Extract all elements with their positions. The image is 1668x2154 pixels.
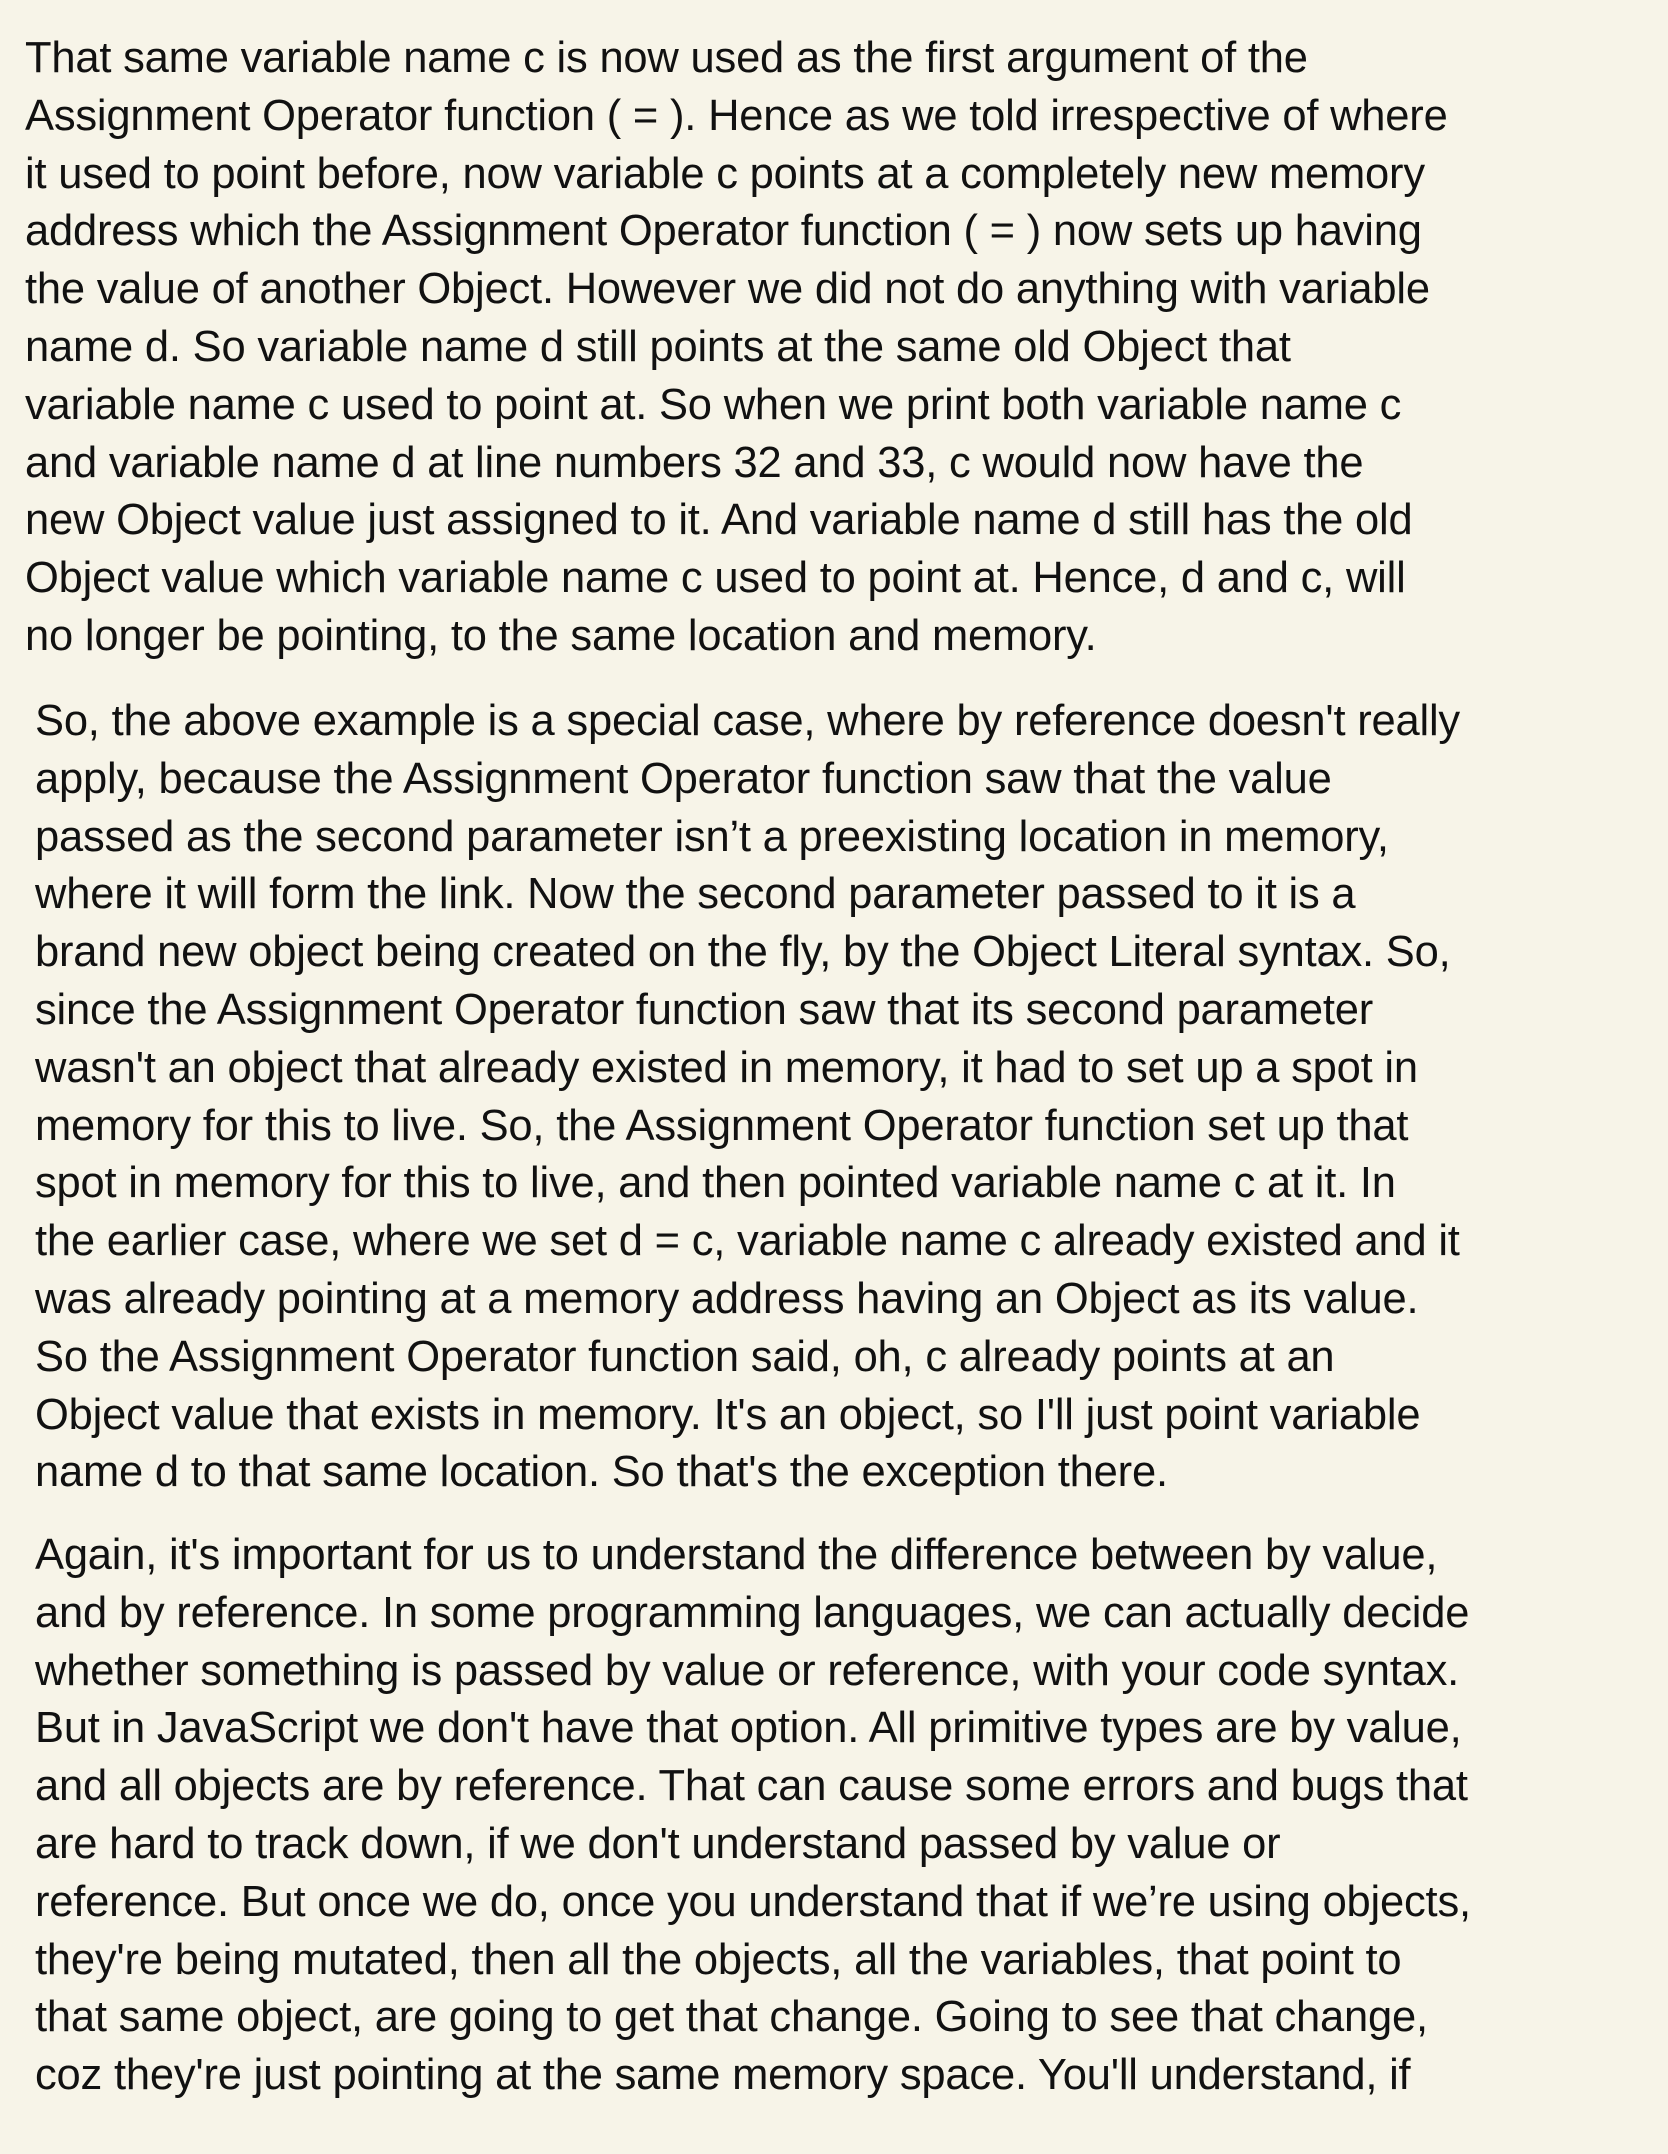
text-line: since the Assignment Operator function s… — [35, 985, 1374, 1034]
text-line: was already pointing at a memory address… — [35, 1274, 1419, 1323]
text-line: new Object value just assigned to it. An… — [25, 496, 1413, 545]
document-page: That same variable name c is now used as… — [0, 0, 1668, 2154]
text-line: reference. But once we do, once you unde… — [35, 1877, 1471, 1926]
text-line: spot in memory for this to live, and the… — [35, 1159, 1396, 1208]
text-line: whether something is passed by value or … — [35, 1646, 1460, 1695]
text-line: passed as the second parameter isn’t a p… — [35, 812, 1389, 861]
text-line: that same object, are going to get that … — [35, 1993, 1428, 2042]
text-line: But in JavaScript we don't have that opt… — [35, 1704, 1462, 1753]
text-line: So the Assignment Operator function said… — [35, 1332, 1335, 1381]
text-line: address which the Assignment Operator fu… — [25, 207, 1422, 256]
text-line: variable name c used to point at. So whe… — [25, 380, 1402, 429]
text-line: Object value which variable name c used … — [25, 554, 1406, 603]
text-line: and variable name d at line numbers 32 a… — [25, 438, 1364, 487]
paragraph-value-vs-reference: Again, it's important for us to understa… — [35, 1527, 1471, 2105]
text-line: brand new object being created on the fl… — [35, 928, 1451, 977]
text-line: it used to point before, now variable c … — [25, 149, 1425, 198]
text-line: memory for this to live. So, the Assignm… — [35, 1101, 1409, 1150]
text-line: name d. So variable name d still points … — [25, 322, 1291, 371]
text-line: So, the above example is a special case,… — [35, 697, 1460, 745]
text-line: Object value that exists in memory. It's… — [35, 1390, 1421, 1439]
text-line: are hard to track down, if we don't unde… — [35, 1819, 1281, 1868]
text-line: That same variable name c is now used as… — [25, 34, 1308, 82]
text-line: the earlier case, where we set d = c, va… — [35, 1217, 1460, 1266]
text-line: apply, because the Assignment Operator f… — [35, 754, 1332, 803]
text-line: wasn't an object that already existed in… — [35, 1043, 1418, 1092]
text-line: coz they're just pointing at the same me… — [35, 2051, 1411, 2100]
text-line: they're being mutated, then all the obje… — [35, 1935, 1402, 1984]
text-line: Again, it's important for us to understa… — [35, 1531, 1438, 1579]
text-line: and all objects are by reference. That c… — [35, 1762, 1468, 1811]
text-line: the value of another Object. However we … — [25, 265, 1430, 314]
paragraph-special-case: So, the above example is a special case,… — [35, 693, 1460, 1502]
paragraph-assignment-new-object: That same variable name c is now used as… — [25, 30, 1448, 666]
text-line: name d to that same location. So that's … — [35, 1448, 1168, 1497]
text-line: no longer be pointing, to the same locat… — [25, 611, 1097, 660]
text-line: and by reference. In some programming la… — [35, 1588, 1470, 1637]
text-line: where it will form the link. Now the sec… — [35, 870, 1356, 919]
text-line: Assignment Operator function ( = ). Henc… — [25, 91, 1448, 140]
